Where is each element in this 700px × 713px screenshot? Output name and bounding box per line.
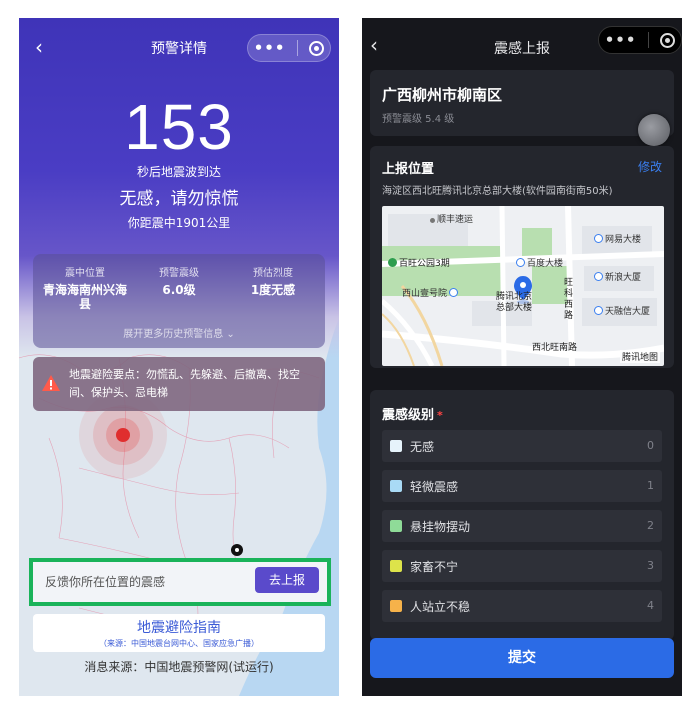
warning-detail-screen: ‹ 预警详情 ••• 153 秒后地震波到达 无感，请勿惊慌 你距震中1901公… bbox=[19, 18, 339, 696]
nav-bar: ‹ 预警详情 ••• bbox=[19, 34, 339, 62]
message-source: 消息来源：中国地震预警网(试运行) bbox=[84, 660, 274, 674]
level-title-text: 震感级别 bbox=[382, 408, 435, 423]
go-report-button[interactable]: 去上报 bbox=[255, 567, 319, 593]
quake-info-card: 震中位置 青海海南州兴海县 预警震级 6.0级 预估烈度 1度无感 展开更多历史… bbox=[33, 254, 325, 348]
level-option-3[interactable]: 家畜不宁 3 bbox=[382, 550, 662, 582]
location-map[interactable]: 顺丰速运 网易大楼 百旺公园3期 百度大楼 新浪大厦 西山壹号院 腾讯北京总部大… bbox=[382, 206, 664, 366]
quake-location: 广西柳州市柳南区 bbox=[382, 86, 503, 104]
more-dots-icon[interactable]: ••• bbox=[605, 33, 637, 48]
miniprogram-capsule: ••• bbox=[598, 26, 682, 54]
info-value: 6.0级 bbox=[162, 283, 196, 297]
poi-dot-icon bbox=[594, 306, 603, 315]
submit-button[interactable]: 提交 bbox=[370, 638, 674, 678]
distance-text: 你距震中1901公里 bbox=[127, 216, 231, 230]
felt-report-screen: ‹ 震感上报 ••• 广西柳州市柳南区 预警震级 5.4 级 上报位置 修改 海… bbox=[362, 18, 682, 696]
location-title: 上报位置 bbox=[382, 162, 435, 177]
report-location-card: 上报位置 修改 海淀区西北旺腾讯北京总部大楼(软件园南街南50米) 顺丰速运 网… bbox=[370, 146, 674, 368]
location-address: 海淀区西北旺腾讯北京总部大楼(软件园南街南50米) bbox=[382, 186, 613, 197]
poi-dot-icon bbox=[594, 272, 603, 281]
quake-summary-card: 广西柳州市柳南区 预警震级 5.4 级 bbox=[370, 70, 674, 136]
quake-magnitude: 预警震级 5.4 级 bbox=[382, 114, 455, 125]
safety-tips-card: 地震避险要点：勿慌乱、先躲避、后撤离、找空间、保护头、忌电梯 bbox=[33, 357, 325, 411]
level-label: 悬挂物摆动 bbox=[410, 520, 471, 534]
level-swatch bbox=[390, 520, 402, 532]
poi-name: 新浪大厦 bbox=[605, 273, 642, 283]
poi-name: 百旺公园3期 bbox=[399, 259, 450, 269]
map-poi-tianrong: 天融信大厦 bbox=[594, 304, 650, 317]
level-label: 无感 bbox=[410, 440, 435, 454]
poi-name: 天融信大厦 bbox=[605, 307, 651, 317]
level-number: 4 bbox=[647, 599, 654, 612]
safety-tips-text: 地震避险要点：勿慌乱、先躲避、后撤离、找空间、保护头、忌电梯 bbox=[69, 368, 300, 399]
level-number: 3 bbox=[647, 559, 654, 572]
capsule-divider bbox=[296, 40, 298, 56]
info-value: 1度无感 bbox=[250, 283, 296, 297]
warning-icon bbox=[42, 375, 60, 391]
poi-name: 顺丰速运 bbox=[437, 215, 474, 225]
target-icon[interactable] bbox=[660, 32, 676, 48]
level-swatch bbox=[390, 440, 402, 452]
poi-name: 西山壹号院 bbox=[402, 289, 448, 299]
map-poi-tencent: 腾讯北京总部大楼 bbox=[496, 292, 533, 313]
required-mark: * bbox=[437, 409, 443, 422]
map-poi-wangyi: 网易大楼 bbox=[594, 232, 641, 245]
countdown-seconds: 153 bbox=[124, 91, 234, 163]
poi-dot-icon bbox=[594, 234, 603, 243]
guide-title: 地震避险指南 bbox=[137, 620, 221, 636]
feedback-banner: 反馈你所在位置的震感 去上报 bbox=[29, 558, 331, 606]
level-option-4[interactable]: 人站立不稳 4 bbox=[382, 590, 662, 622]
capsule-divider bbox=[647, 32, 649, 48]
map-poi-baidu: 百度大楼 bbox=[516, 256, 563, 269]
info-label: 震中位置 bbox=[65, 268, 105, 279]
poi-dot-icon bbox=[516, 258, 525, 267]
poi-dot-icon bbox=[430, 218, 435, 223]
level-swatch bbox=[390, 600, 402, 612]
map-road-wangkexi: 旺科西路 bbox=[564, 278, 574, 321]
map-poi-xishan: 西山壹号院 bbox=[402, 286, 460, 299]
level-title: 震感级别 * bbox=[382, 404, 443, 423]
poi-name: 网易大楼 bbox=[605, 235, 642, 245]
feedback-prompt: 反馈你所在位置的震感 bbox=[45, 575, 166, 589]
felt-level-card: 震感级别 * 无感 0 轻微震感 1 悬挂物摆动 2 家畜不宁 3 人站立不稳 4 bbox=[370, 390, 674, 640]
level-swatch bbox=[390, 480, 402, 492]
level-label: 轻微震感 bbox=[410, 480, 459, 494]
guide-source: （来源：中国地震台网中心、国家应急广播） bbox=[99, 639, 259, 648]
map-poi-xinlang: 新浪大厦 bbox=[594, 270, 641, 283]
map-poi-shunfeng: 顺丰速运 bbox=[430, 212, 473, 225]
info-intensity: 预估烈度 1度无感 bbox=[227, 264, 319, 297]
miniprogram-capsule: ••• bbox=[247, 34, 331, 62]
level-label: 家畜不宁 bbox=[410, 560, 459, 574]
more-dots-icon[interactable]: ••• bbox=[254, 41, 286, 56]
level-number: 1 bbox=[647, 479, 654, 492]
map-road-xibeiwang: 西北旺南路 bbox=[532, 343, 578, 353]
countdown-subtitle: 秒后地震波到达 bbox=[136, 165, 221, 179]
info-label: 预警震级 bbox=[159, 268, 199, 279]
level-number: 2 bbox=[647, 519, 654, 532]
tencent-map-logo: 腾讯地图 bbox=[619, 350, 660, 363]
poi-dot-icon bbox=[449, 288, 459, 297]
felt-status: 无感，请勿惊慌 bbox=[119, 189, 239, 209]
floating-assistive-ball[interactable] bbox=[638, 114, 670, 146]
level-number: 0 bbox=[647, 439, 654, 452]
info-value: 青海海南州兴海县 bbox=[42, 283, 127, 311]
safety-guide-link[interactable]: 地震避险指南 （来源：中国地震台网中心、国家应急广播） bbox=[33, 614, 325, 652]
info-label: 预估烈度 bbox=[253, 268, 293, 279]
expand-history-link[interactable]: 展开更多历史预警信息 ⌄ bbox=[33, 325, 325, 340]
level-option-2[interactable]: 悬挂物摆动 2 bbox=[382, 510, 662, 542]
level-option-0[interactable]: 无感 0 bbox=[382, 430, 662, 462]
park-icon bbox=[388, 258, 397, 267]
level-label: 人站立不稳 bbox=[410, 600, 471, 614]
level-option-1[interactable]: 轻微震感 1 bbox=[382, 470, 662, 502]
info-epicenter: 震中位置 青海海南州兴海县 bbox=[39, 264, 131, 311]
map-poi-baiwang: 百旺公园3期 bbox=[388, 256, 450, 269]
poi-name: 百度大楼 bbox=[527, 259, 564, 269]
edit-location-link[interactable]: 修改 bbox=[638, 158, 662, 175]
info-magnitude: 预警震级 6.0级 bbox=[133, 264, 225, 297]
target-icon[interactable] bbox=[309, 40, 325, 56]
level-swatch bbox=[390, 560, 402, 572]
